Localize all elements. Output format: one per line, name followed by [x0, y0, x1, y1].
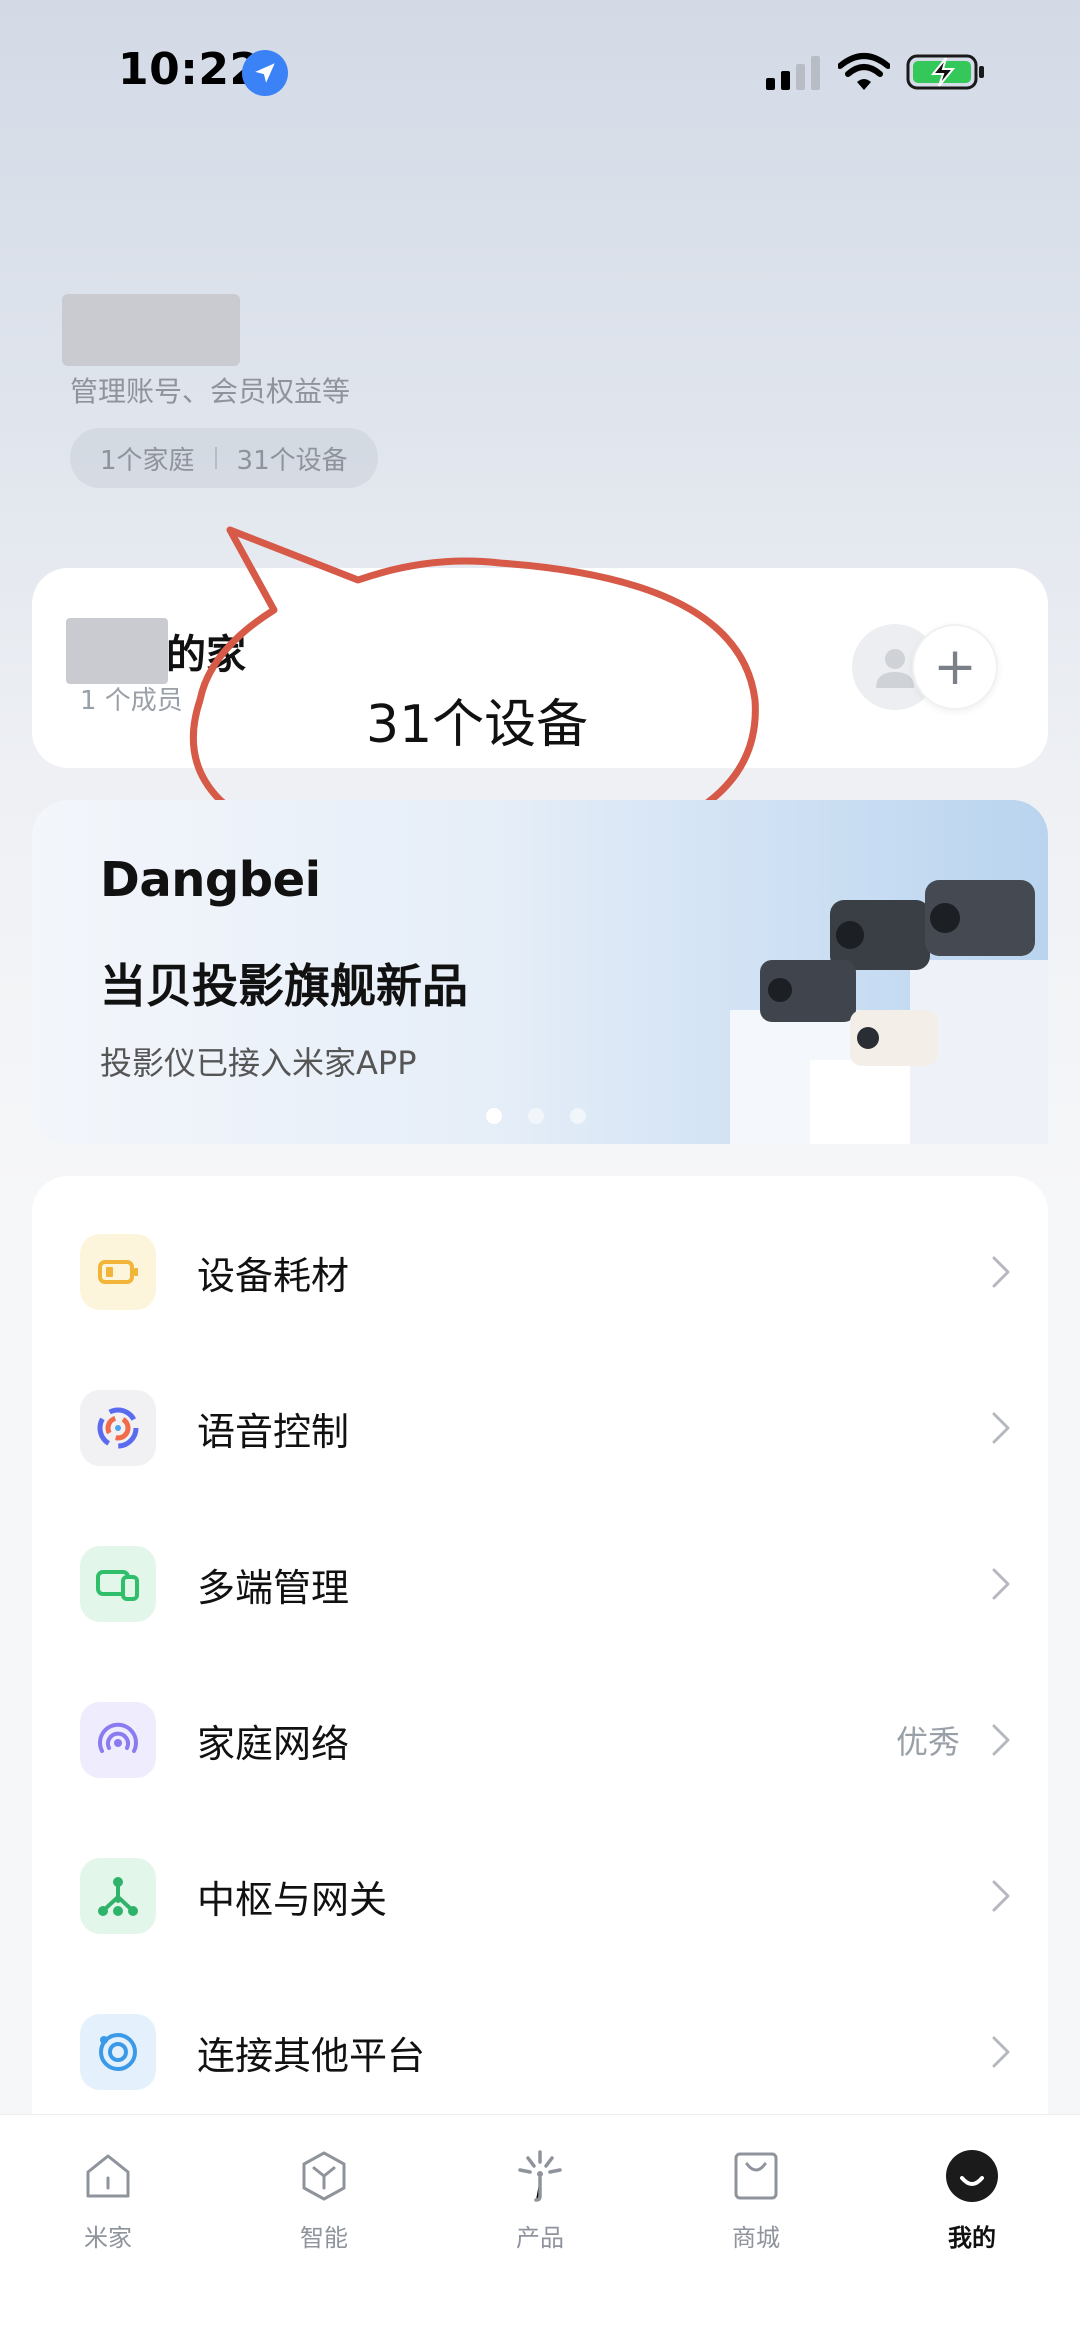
- menu-label: 家庭网络: [197, 1721, 350, 1766]
- home-icon: [86, 2154, 130, 2198]
- menu-item-home-network[interactable]: 家庭网络 优秀: [32, 1662, 1048, 1818]
- tab-label: 我的: [948, 2224, 996, 2252]
- projector-product-image: [730, 880, 1048, 1144]
- wifi-icon: [838, 53, 890, 90]
- location-arrow-icon: [242, 50, 288, 96]
- banner-dot-3[interactable]: [570, 1108, 586, 1124]
- banner-brand-logo: Dangbei: [100, 852, 321, 908]
- product-icon: [518, 2150, 562, 2202]
- device-count: 31个设备: [236, 445, 348, 476]
- tab-smart[interactable]: 智能: [254, 2140, 394, 2270]
- menu-label: 语音控制: [197, 1409, 350, 1454]
- chevron-right-icon: [992, 1880, 1010, 1912]
- menu-item-multi-device[interactable]: 多端管理: [32, 1506, 1048, 1662]
- menu-label: 多端管理: [197, 1565, 350, 1610]
- tab-label: 产品: [516, 2224, 564, 2252]
- chevron-right-icon: [992, 2036, 1010, 2068]
- multi-device-icon: [80, 1546, 156, 1622]
- menu-item-hub-gateway[interactable]: 中枢与网关: [32, 1818, 1048, 1974]
- banner-subtitle: 投影仪已接入米家APP: [100, 1044, 417, 1082]
- cellular-signal-icon: [766, 56, 820, 90]
- shop-icon: [734, 2152, 778, 2200]
- menu-label: 设备耗材: [197, 1253, 350, 1298]
- voice-assistant-icon: [80, 1390, 156, 1466]
- banner-dot-2[interactable]: [528, 1108, 544, 1124]
- battery-icon: [80, 1234, 156, 1310]
- tab-home[interactable]: 米家: [38, 2140, 178, 2270]
- home-name: 的家: [166, 632, 246, 678]
- connect-platform-icon: [80, 2014, 156, 2090]
- tab-profile[interactable]: 我的: [902, 2140, 1042, 2270]
- tab-label: 智能: [300, 2224, 348, 2252]
- chevron-right-icon: [992, 1568, 1010, 1600]
- pill-divider: [214, 447, 217, 469]
- banner-dot-1[interactable]: [486, 1108, 502, 1124]
- callout-text: 31个设备: [366, 695, 589, 755]
- menu-item-connect-platforms[interactable]: 连接其他平台: [32, 1974, 1048, 2130]
- family-count: 1个家庭: [100, 445, 195, 476]
- home-name-redacted: [66, 618, 168, 684]
- home-device-summary[interactable]: 1个家庭 31个设备: [70, 428, 378, 488]
- status-time: 10:22: [118, 44, 261, 95]
- add-member-button[interactable]: +: [912, 624, 998, 710]
- smart-icon: [302, 2151, 346, 2201]
- banner-pagination[interactable]: [486, 1108, 586, 1124]
- banner-title: 当贝投影旗舰新品: [100, 959, 468, 1013]
- home-member-count: 1 个成员: [80, 686, 183, 716]
- battery-charging-icon: [906, 54, 984, 90]
- tab-product[interactable]: 产品: [470, 2140, 610, 2270]
- username-redacted[interactable]: [62, 294, 240, 366]
- chevron-right-icon: [992, 1256, 1010, 1288]
- chevron-right-icon: [992, 1724, 1010, 1756]
- tab-shop[interactable]: 商城: [686, 2140, 826, 2270]
- tab-label: 米家: [84, 2224, 132, 2252]
- profile-subtitle[interactable]: 管理账号、会员权益等: [70, 370, 350, 410]
- network-status-value: 优秀: [895, 1723, 960, 1761]
- chevron-right-icon: [992, 1412, 1010, 1444]
- menu-label: 中枢与网关: [197, 1877, 388, 1922]
- profile-icon: [946, 2150, 998, 2202]
- tab-label: 商城: [732, 2224, 780, 2252]
- network-icon: [80, 1702, 156, 1778]
- hub-icon: [80, 1858, 156, 1934]
- menu-item-consumables[interactable]: 设备耗材: [32, 1194, 1048, 1350]
- menu-item-voice-control[interactable]: 语音控制: [32, 1350, 1048, 1506]
- menu-label: 连接其他平台: [197, 2033, 426, 2078]
- status-bar: 10:22: [0, 0, 1080, 140]
